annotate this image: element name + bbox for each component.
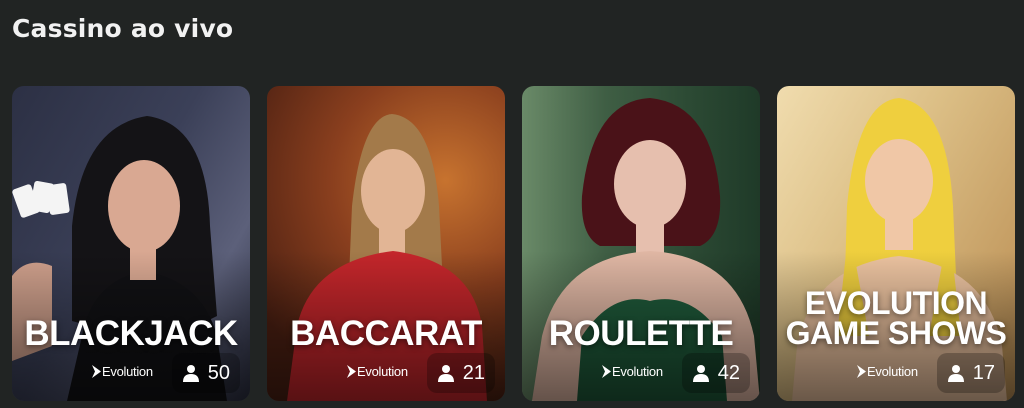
user-icon <box>947 365 964 382</box>
card-footer: Evolution 17 <box>777 353 1015 393</box>
game-name: EVOLUTION GAME SHOWS <box>777 285 1015 352</box>
evolution-logo-icon <box>857 365 866 378</box>
provider-logo: Evolution <box>602 364 663 379</box>
game-name: BLACKJACK <box>24 314 238 353</box>
provider-logo: Evolution <box>857 364 918 379</box>
live-casino-section: Cassino ao vivo BLACKJACK Evolution 50 B… <box>0 0 1024 408</box>
card-footer: Evolution 21 <box>267 353 505 393</box>
players-count: 21 <box>462 361 485 384</box>
user-icon <box>437 365 454 382</box>
game-name-line-1: EVOLUTION <box>804 285 988 321</box>
game-name: ROULETTE <box>548 314 734 353</box>
players-count: 50 <box>207 361 230 384</box>
provider-name: Evolution <box>102 364 153 379</box>
players-count-badge: 42 <box>681 353 750 393</box>
provider-logo: Evolution <box>92 364 153 379</box>
card-footer: Evolution 42 <box>522 353 760 393</box>
players-count: 42 <box>717 361 740 384</box>
game-card-blackjack[interactable]: BLACKJACK Evolution 50 <box>12 86 250 401</box>
provider-name: Evolution <box>357 364 408 379</box>
game-card-game-shows[interactable]: EVOLUTION GAME SHOWS Evolution 17 <box>777 86 1015 401</box>
section-title: Cassino ao vivo <box>12 14 234 43</box>
game-card-list: BLACKJACK Evolution 50 BACCARAT Evolutio… <box>12 86 1015 401</box>
players-count-badge: 17 <box>936 353 1005 393</box>
game-name: BACCARAT <box>290 314 482 353</box>
players-count: 17 <box>972 361 995 384</box>
players-count-badge: 50 <box>171 353 240 393</box>
user-icon <box>692 365 709 382</box>
game-card-baccarat[interactable]: BACCARAT Evolution 21 <box>267 86 505 401</box>
evolution-logo-icon <box>347 365 356 378</box>
game-name-line-2: GAME SHOWS <box>785 315 1007 352</box>
evolution-logo-icon <box>92 365 101 378</box>
evolution-logo-icon <box>602 365 611 378</box>
players-count-badge: 21 <box>426 353 495 393</box>
provider-logo: Evolution <box>347 364 408 379</box>
provider-name: Evolution <box>867 364 918 379</box>
user-icon <box>182 365 199 382</box>
game-card-roulette[interactable]: ROULETTE Evolution 42 <box>522 86 760 401</box>
card-footer: Evolution 50 <box>12 353 250 393</box>
provider-name: Evolution <box>612 364 663 379</box>
